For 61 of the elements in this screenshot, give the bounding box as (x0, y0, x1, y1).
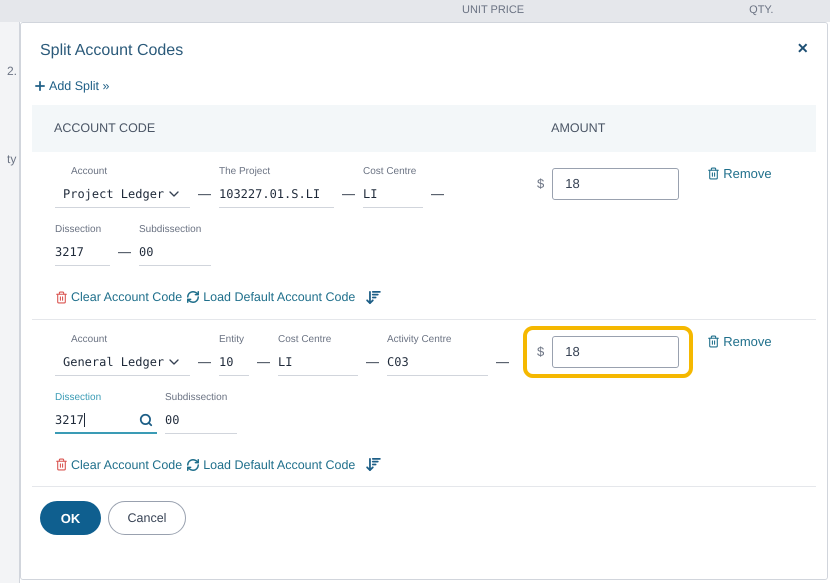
load-default-account-code-link[interactable]: Load Default Account Code (186, 288, 356, 306)
plus-icon (33, 79, 47, 94)
field-label: The Project (219, 164, 272, 179)
field-label: Account (70, 332, 108, 346)
currency-symbol: $ (537, 175, 544, 193)
field-label: Dissection (55, 222, 102, 237)
field-label: Subdissection (165, 390, 228, 404)
cancel-button[interactable]: Cancel (108, 501, 186, 536)
input-field[interactable]: LI (363, 182, 423, 208)
dash: — (496, 352, 509, 370)
dash: — (118, 242, 131, 261)
input-field[interactable]: 3217 (55, 240, 110, 266)
field-label: Cost Centre (363, 164, 418, 179)
close-button[interactable]: × (797, 39, 808, 57)
clear-account-code-link[interactable]: Clear Account Code (55, 288, 182, 306)
field-label: Entity (219, 332, 246, 346)
dash: — (342, 184, 355, 203)
field-label: Activity Centre (387, 332, 452, 346)
sort-list-icon[interactable] (365, 456, 382, 474)
input-field[interactable]: LI (278, 350, 358, 376)
refresh-icon (186, 458, 200, 472)
input-field[interactable]: C03 (387, 350, 488, 376)
column-header: AMOUNT (551, 120, 606, 137)
input-field[interactable]: 00 (165, 408, 237, 434)
remove-link[interactable]: Remove (707, 332, 772, 351)
input-field[interactable]: 10 (219, 350, 249, 376)
text-fragment: 2. (7, 63, 18, 80)
field-label: Subdissection (139, 222, 202, 237)
trash-icon (55, 290, 68, 304)
dash: — (257, 352, 270, 370)
ok-button[interactable]: OK (40, 501, 101, 536)
field-label: Cost Centre (278, 332, 332, 346)
remove-link[interactable]: Remove (707, 164, 772, 184)
sort-list-icon[interactable] (365, 288, 382, 306)
input-field[interactable]: 00 (139, 240, 211, 266)
dash: — (366, 352, 379, 370)
dialog-title: Split Account Codes (40, 41, 184, 61)
clear-account-code-link[interactable]: Clear Account Code (55, 456, 182, 474)
amount-field[interactable]: 18 (552, 168, 680, 200)
refresh-icon (186, 290, 200, 304)
amount-field[interactable]: 18 (552, 336, 680, 368)
field-label: Account (70, 164, 108, 179)
add-split-link[interactable]: Add Split » (33, 77, 110, 96)
trash-icon (55, 458, 68, 472)
dash: — (198, 184, 211, 203)
search-icon[interactable] (139, 412, 153, 426)
field-label: Dissection (55, 390, 102, 404)
input-field[interactable]: 3217 (55, 408, 157, 434)
dash: — (431, 184, 444, 203)
trash-icon (707, 167, 720, 180)
column-header: QTY. (749, 3, 774, 18)
trash-icon (707, 334, 720, 348)
text-fragment: ty (7, 151, 18, 168)
dash: — (198, 352, 211, 370)
account-select[interactable]: Project Ledger (55, 182, 190, 208)
column-header: ACCOUNT CODE (54, 120, 156, 137)
account-select[interactable]: General Ledger (55, 350, 190, 376)
load-default-account-code-link[interactable]: Load Default Account Code (186, 456, 356, 474)
column-header: UNIT PRICE (462, 3, 524, 18)
input-field[interactable]: 103227.01.S.LI (219, 182, 334, 208)
currency-symbol: $ (537, 342, 544, 361)
